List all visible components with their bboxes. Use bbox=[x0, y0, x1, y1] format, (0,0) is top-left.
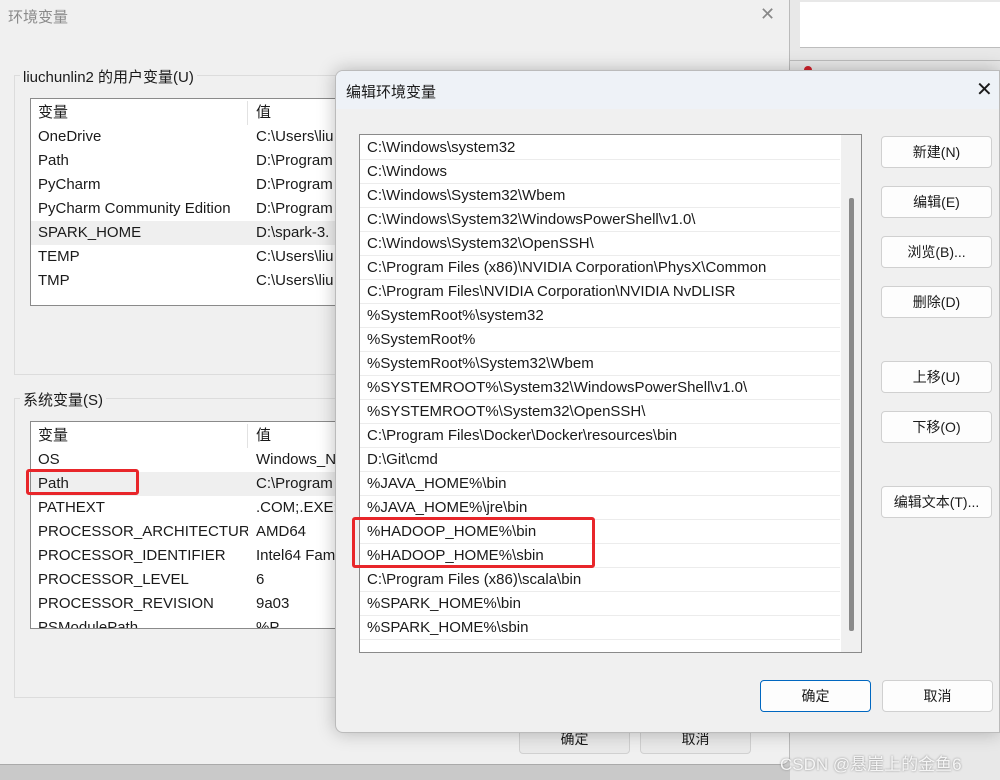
list-item[interactable]: %SystemRoot% bbox=[360, 328, 840, 352]
variable-name: PyCharm bbox=[38, 176, 101, 193]
variable-name: PROCESSOR_REVISION bbox=[38, 595, 214, 612]
highlight-box bbox=[352, 517, 595, 568]
variable-name: TEMP bbox=[38, 248, 80, 265]
system-variables-label: 系统变量(S) bbox=[20, 389, 106, 410]
variable-name: TMP bbox=[38, 272, 70, 289]
variable-value: AMD64 bbox=[256, 523, 307, 540]
list-item[interactable]: %SystemRoot%\system32 bbox=[360, 304, 840, 328]
edit-text-button[interactable]: 编辑文本(T)... bbox=[881, 486, 992, 518]
variable-name: OneDrive bbox=[38, 128, 102, 145]
variable-name: PROCESSOR_ARCHITECTURE bbox=[38, 523, 248, 540]
variable-value: D:\Program bbox=[256, 176, 333, 193]
list-item[interactable]: C:\Windows bbox=[360, 160, 840, 184]
variable-value: %P bbox=[256, 619, 280, 629]
list-item[interactable]: C:\Program Files\NVIDIA Corporation\NVID… bbox=[360, 280, 840, 304]
list-item[interactable]: %SystemRoot%\System32\Wbem bbox=[360, 352, 840, 376]
variable-value: 6 bbox=[256, 571, 265, 588]
browse-button[interactable]: 浏览(B)... bbox=[881, 236, 992, 268]
new-button[interactable]: 新建(N) bbox=[881, 136, 992, 168]
variable-name: PSModulePath bbox=[38, 619, 139, 629]
variable-value: C:\Users\liu bbox=[256, 248, 334, 265]
list-item[interactable]: %SPARK_HOME%\sbin bbox=[360, 616, 840, 640]
variable-value: .COM;.EXE; bbox=[256, 499, 338, 516]
dialog-title: 编辑环境变量 bbox=[346, 84, 437, 101]
variable-value: D:\spark-3. bbox=[256, 224, 330, 241]
scrollbar-thumb[interactable] bbox=[849, 198, 854, 631]
close-icon[interactable]: ✕ bbox=[760, 4, 775, 25]
background-window-header bbox=[800, 2, 1000, 48]
close-icon[interactable]: ✕ bbox=[976, 77, 993, 102]
ok-button[interactable]: 确定 bbox=[760, 680, 871, 712]
list-item[interactable]: D:\Git\cmd bbox=[360, 448, 840, 472]
variable-value: D:\Program bbox=[256, 152, 333, 169]
column-header-name[interactable]: 变量 bbox=[31, 424, 248, 448]
divider bbox=[790, 60, 1000, 61]
list-item[interactable]: C:\Program Files\Docker\Docker\resources… bbox=[360, 424, 840, 448]
list-item[interactable]: %SPARK_HOME%\bin bbox=[360, 592, 840, 616]
edit-button[interactable]: 编辑(E) bbox=[881, 186, 992, 218]
cancel-button[interactable]: 取消 bbox=[882, 680, 993, 712]
list-item[interactable]: %SYSTEMROOT%\System32\WindowsPowerShell\… bbox=[360, 376, 840, 400]
variable-name: PROCESSOR_LEVEL bbox=[38, 571, 189, 588]
variable-value: C:\Users\liu bbox=[256, 272, 334, 289]
column-header-value[interactable]: 值 bbox=[248, 424, 271, 448]
variable-name: PATHEXT bbox=[38, 499, 105, 516]
column-header-value[interactable]: 值 bbox=[248, 101, 271, 125]
path-list[interactable]: C:\Windows\system32 C:\Windows C:\Windows\… bbox=[359, 134, 862, 653]
delete-button[interactable]: 删除(D) bbox=[881, 286, 992, 318]
watermark: CSDN @悬崖上的金鱼6 bbox=[780, 755, 962, 774]
variable-name: SPARK_HOME bbox=[38, 224, 142, 241]
variable-value: C:\Users\liu bbox=[256, 128, 334, 145]
highlight-box bbox=[26, 469, 139, 495]
variable-value: 9a03 bbox=[256, 595, 290, 612]
variable-value: Intel64 Fam bbox=[256, 547, 336, 564]
dialog-title: 环境变量 bbox=[8, 9, 69, 26]
move-down-button[interactable]: 下移(O) bbox=[881, 411, 992, 443]
variable-value: D:\Program bbox=[256, 200, 333, 217]
move-up-button[interactable]: 上移(U) bbox=[881, 361, 992, 393]
variable-name: Path bbox=[38, 152, 69, 169]
variable-name: PyCharm Community Edition bbox=[38, 200, 231, 217]
column-header-name[interactable]: 变量 bbox=[31, 101, 248, 125]
list-item[interactable]: %JAVA_HOME%\bin bbox=[360, 472, 840, 496]
variable-value: C:\Program bbox=[256, 475, 333, 492]
edit-environment-variable-dialog: 编辑环境变量 ✕ C:\Windows\system32 C:\Windows C:… bbox=[335, 70, 1000, 733]
user-variables-label: liuchunlin2 的用户变量(U) bbox=[20, 66, 197, 87]
list-item[interactable]: C:\Windows\System32\Wbem bbox=[360, 184, 840, 208]
list-item[interactable]: C:\Windows\system32 bbox=[360, 136, 840, 160]
list-item[interactable]: C:\Program Files (x86)\NVIDIA Corporatio… bbox=[360, 256, 840, 280]
scrollbar[interactable] bbox=[841, 135, 861, 652]
variable-name: PROCESSOR_IDENTIFIER bbox=[38, 547, 226, 564]
list-item[interactable]: C:\Windows\System32\WindowsPowerShell\v1… bbox=[360, 208, 840, 232]
list-item[interactable]: %SYSTEMROOT%\System32\OpenSSH\ bbox=[360, 400, 840, 424]
variable-value: Windows_N bbox=[256, 451, 337, 468]
list-item[interactable]: C:\Program Files (x86)\scala\bin bbox=[360, 568, 840, 592]
list-item[interactable]: C:\Windows\System32\OpenSSH\ bbox=[360, 232, 840, 256]
